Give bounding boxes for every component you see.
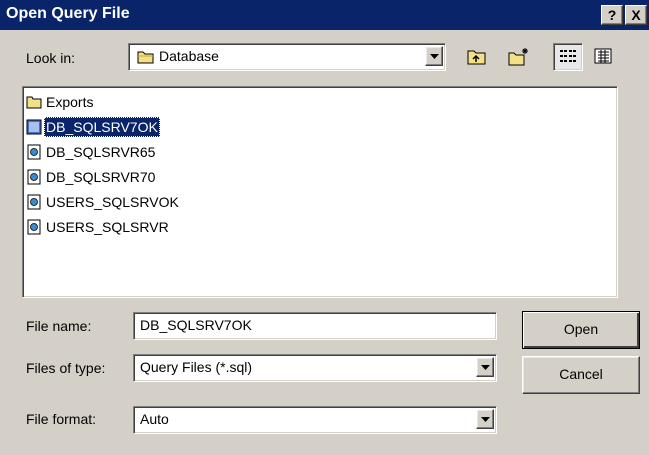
files-of-type-dropdown[interactable]: Query Files (*.sql) [133,354,497,382]
list-item-label: USERS_SQLSRVR [46,219,169,235]
query-file-icon [26,144,42,160]
file-name-input[interactable]: DB_SQLSRV7OK [133,312,497,340]
look-in-value: Database [159,48,219,64]
cancel-button-label: Cancel [559,366,603,382]
file-format-dropdown[interactable]: Auto [133,406,497,434]
open-button-label: Open [563,321,599,337]
details-view-button[interactable] [589,43,617,71]
query-file-icon [26,219,42,235]
chevron-down-icon[interactable] [425,46,443,66]
close-button[interactable]: X [625,5,647,25]
list-item-label: DB_SQLSRV7OK [44,117,160,137]
look-in-label: Look in: [26,50,76,66]
title-bar[interactable]: Open Query File ? X [0,0,649,30]
cancel-button[interactable]: Cancel [522,356,640,394]
list-item-label: USERS_SQLSRVOK [46,194,179,210]
file-list[interactable]: Exports DB_SQLSRV7OK DB_SQLSRVR65 DB_SQL… [22,86,618,298]
list-view-button[interactable] [553,43,583,71]
query-file-icon [26,119,42,135]
open-button[interactable]: Open [522,311,640,349]
list-item-label: DB_SQLSRVR70 [46,169,156,185]
query-file-icon [26,169,42,185]
list-item-label: Exports [46,94,94,110]
query-file-icon [26,194,42,210]
list-item-label: DB_SQLSRVR65 [46,144,156,160]
folder-icon [26,94,42,110]
folder-icon [137,49,155,65]
new-folder-button[interactable] [505,43,533,71]
files-of-type-value: Query Files (*.sql) [140,359,253,375]
window-title: Open Query File [6,5,130,22]
file-format-value: Auto [140,411,169,427]
file-name-value: DB_SQLSRV7OK [140,317,252,333]
chevron-down-icon[interactable] [476,357,494,377]
look-in-dropdown[interactable]: Database [128,43,446,71]
files-of-type-label: Files of type: [26,360,106,376]
up-one-level-button[interactable] [463,43,491,71]
file-name-label: File name: [26,318,92,334]
help-button[interactable]: ? [601,5,623,25]
file-format-label: File format: [26,411,97,427]
chevron-down-icon[interactable] [476,409,494,429]
